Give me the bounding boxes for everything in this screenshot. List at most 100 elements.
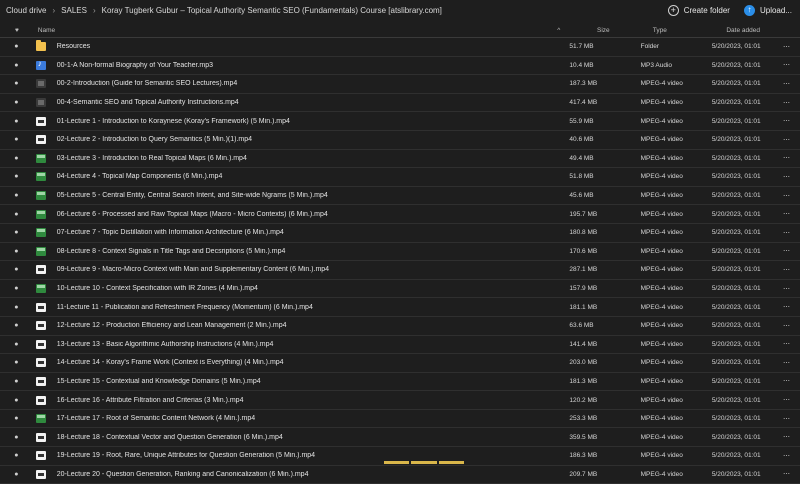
file-date: 5/20/2023, 01:01 bbox=[711, 61, 761, 69]
video-white bbox=[35, 469, 46, 479]
file-size: 203.0 MB bbox=[569, 359, 598, 367]
file-row[interactable]: ● 16-Lecture 16 - Attribute Filtration an… bbox=[0, 391, 800, 410]
more-options-icon[interactable]: ⋯ bbox=[783, 99, 800, 107]
type-column-header[interactable]: Type bbox=[653, 27, 727, 34]
more-options-icon[interactable]: ⋯ bbox=[783, 136, 800, 144]
video-dark bbox=[35, 98, 46, 108]
file-type: MPEG-4 video bbox=[640, 192, 683, 200]
chevron-right-icon: › bbox=[52, 5, 56, 15]
status-dot-icon: ● bbox=[14, 377, 19, 385]
file-name: 12-Lecture 12 - Production Efficiency an… bbox=[56, 322, 287, 330]
more-options-icon[interactable]: ⋯ bbox=[783, 43, 800, 51]
file-date: 5/20/2023, 01:01 bbox=[711, 192, 761, 200]
file-name: 03-Lecture 3 - Introduction to Real Topi… bbox=[56, 154, 247, 162]
file-size: 40.6 MB bbox=[569, 136, 594, 144]
file-row[interactable]: ● 00-1-A Non-formal Biography of Your Tea… bbox=[0, 57, 800, 76]
more-options-icon[interactable]: ⋯ bbox=[783, 80, 800, 88]
file-name: 05-Lecture 5 - Central Entity, Central S… bbox=[56, 192, 328, 200]
breadcrumb-cloud-drive[interactable]: Cloud drive bbox=[6, 6, 46, 15]
breadcrumb-current-folder[interactable]: Koray Tugberk Gubur – Topical Authority … bbox=[102, 6, 442, 15]
file-size: 10.4 MB bbox=[569, 61, 594, 69]
file-row[interactable]: ● 13-Lecture 13 - Basic Algorithmic Autho… bbox=[0, 336, 800, 355]
file-type: MPEG-4 video bbox=[640, 247, 683, 255]
file-row[interactable]: ● 05-Lecture 5 - Central Entity, Central … bbox=[0, 187, 800, 206]
sort-chevron-up-icon[interactable]: ^ bbox=[557, 27, 597, 34]
file-size: 181.1 MB bbox=[569, 303, 598, 311]
file-row[interactable]: ● 08-Lecture 8 - Context Signals in Title… bbox=[0, 243, 800, 262]
favorite-column-heart-icon[interactable]: ♥ bbox=[0, 27, 34, 34]
more-options-icon[interactable]: ⋯ bbox=[783, 266, 800, 274]
file-row[interactable]: ● 07-Lecture 7 - Topic Distillation with … bbox=[0, 224, 800, 243]
file-date: 5/20/2023, 01:01 bbox=[711, 470, 761, 478]
create-folder-button[interactable]: + Create folder bbox=[667, 4, 730, 16]
file-date: 5/20/2023, 01:01 bbox=[711, 247, 761, 255]
file-row[interactable]: ● 09-Lecture 9 - Macro-Micro Context with… bbox=[0, 261, 800, 280]
more-options-icon[interactable]: ⋯ bbox=[783, 322, 800, 330]
file-type: MPEG-4 video bbox=[640, 303, 683, 311]
file-type: MPEG-4 video bbox=[640, 266, 683, 274]
name-column-header[interactable]: Name bbox=[34, 27, 557, 34]
status-dot-icon: ● bbox=[14, 396, 19, 404]
file-row[interactable]: ● 18-Lecture 18 - Contextual Vector and Q… bbox=[0, 428, 800, 448]
file-row[interactable]: ● 11-Lecture 11 - Publication and Refresh… bbox=[0, 298, 800, 317]
file-name: 18-Lecture 18 - Contextual Vector and Qu… bbox=[56, 433, 283, 441]
more-options-icon[interactable]: ⋯ bbox=[783, 192, 800, 200]
more-options-icon[interactable]: ⋯ bbox=[783, 359, 800, 367]
more-options-icon[interactable]: ⋯ bbox=[783, 285, 800, 293]
more-options-icon[interactable]: ⋯ bbox=[783, 452, 800, 460]
size-column-header[interactable]: Size bbox=[597, 27, 653, 34]
file-row[interactable]: ● 15-Lecture 15 - Contextual and Knowledg… bbox=[0, 373, 800, 392]
date-column-header[interactable]: Date added bbox=[726, 27, 800, 34]
status-dot-icon: ● bbox=[14, 43, 19, 51]
file-row[interactable]: ● 17-Lecture 17 - Root of Semantic Conten… bbox=[0, 410, 800, 429]
more-options-icon[interactable]: ⋯ bbox=[783, 247, 800, 255]
video-green bbox=[35, 172, 46, 182]
file-row[interactable]: ● 06-Lecture 6 - Processed and Raw Topica… bbox=[0, 205, 800, 224]
status-dot-icon: ● bbox=[14, 247, 19, 255]
upload-label: Upload... bbox=[759, 5, 792, 15]
file-row[interactable]: ● 03-Lecture 3 - Introduction to Real Top… bbox=[0, 150, 800, 169]
chevron-right-icon: › bbox=[92, 5, 96, 15]
status-dot-icon: ● bbox=[14, 210, 19, 218]
more-options-icon[interactable]: ⋯ bbox=[783, 470, 800, 478]
more-options-icon[interactable]: ⋯ bbox=[783, 415, 800, 423]
more-options-icon[interactable]: ⋯ bbox=[783, 173, 800, 181]
status-dot-icon: ● bbox=[14, 136, 19, 144]
file-row[interactable]: ● 14-Lecture 14 - Koray's Frame Work (Con… bbox=[0, 354, 800, 373]
more-options-icon[interactable]: ⋯ bbox=[783, 61, 800, 69]
file-date: 5/20/2023, 01:01 bbox=[711, 415, 761, 423]
more-options-icon[interactable]: ⋯ bbox=[783, 154, 800, 162]
file-row[interactable]: ● 00-4-Semantic SEO and Topical Authority… bbox=[0, 94, 800, 113]
more-options-icon[interactable]: ⋯ bbox=[783, 229, 800, 237]
file-row[interactable]: ● Resources 51.7 MB Folder 5/20/2023, 01:01 ⋯ bbox=[0, 38, 800, 57]
file-row[interactable]: ● 00-2-Introduction (Guide for Semantic S… bbox=[0, 75, 800, 94]
file-row[interactable]: ● 02-Lecture 2 - Introduction to Query Se… bbox=[0, 131, 800, 150]
breadcrumb-sales[interactable]: SALES bbox=[61, 6, 87, 15]
file-row[interactable]: ● 10-Lecture 10 - Context Specification w… bbox=[0, 280, 800, 299]
file-row[interactable]: ● 04-Lecture 4 - Topical Map Components (… bbox=[0, 168, 800, 187]
upload-button[interactable]: ↑ Upload... bbox=[743, 4, 792, 16]
file-type: MPEG-4 video bbox=[640, 285, 683, 293]
file-size: 195.7 MB bbox=[569, 210, 598, 218]
more-options-icon[interactable]: ⋯ bbox=[783, 340, 800, 348]
more-options-icon[interactable]: ⋯ bbox=[783, 377, 800, 385]
file-type: MPEG-4 video bbox=[640, 99, 683, 107]
file-row[interactable]: ● 01-Lecture 1 - Introduction to Koraynes… bbox=[0, 112, 800, 131]
folder-icon bbox=[35, 40, 46, 52]
file-size: 209.7 MB bbox=[569, 470, 598, 478]
more-options-icon[interactable]: ⋯ bbox=[783, 433, 800, 441]
file-date: 5/20/2023, 01:01 bbox=[711, 452, 761, 460]
more-options-icon[interactable]: ⋯ bbox=[783, 117, 800, 125]
video-white bbox=[35, 358, 46, 368]
file-date: 5/20/2023, 01:01 bbox=[711, 80, 761, 88]
file-type: MPEG-4 video bbox=[640, 433, 683, 441]
file-row[interactable]: ● 12-Lecture 12 - Production Efficiency a… bbox=[0, 317, 800, 336]
video-green bbox=[35, 414, 46, 424]
status-dot-icon: ● bbox=[14, 99, 19, 107]
file-size: 359.5 MB bbox=[569, 433, 598, 441]
more-options-icon[interactable]: ⋯ bbox=[783, 303, 800, 311]
more-options-icon[interactable]: ⋯ bbox=[783, 396, 800, 404]
file-row[interactable]: ● 20-Lecture 20 - Question Generation, Ra… bbox=[0, 466, 800, 484]
more-options-icon[interactable]: ⋯ bbox=[783, 210, 800, 218]
file-date: 5/20/2023, 01:01 bbox=[711, 396, 761, 404]
